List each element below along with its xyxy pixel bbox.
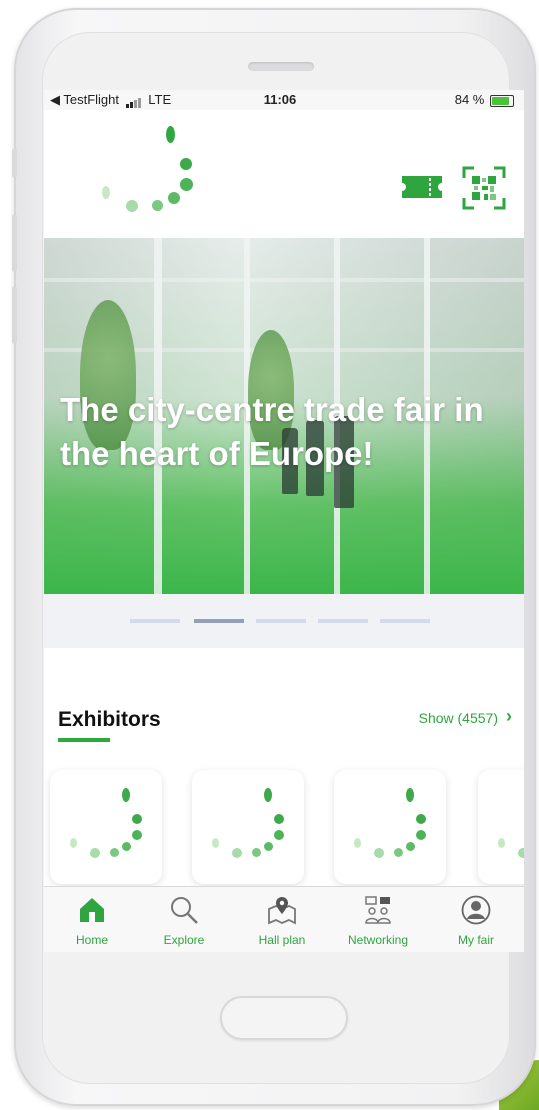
show-all-exhibitors-link[interactable]: Show (4557) bbox=[419, 710, 498, 726]
pager-dot[interactable] bbox=[318, 619, 368, 623]
home-hardware-button[interactable] bbox=[220, 996, 348, 1040]
exhibitor-card[interactable] bbox=[334, 770, 446, 884]
pager-dot[interactable] bbox=[380, 619, 430, 623]
exhibitors-section: Exhibitors Show (4557) › bbox=[44, 648, 524, 742]
tab-hall-plan-label: Hall plan bbox=[258, 933, 306, 947]
ticket-icon bbox=[402, 176, 442, 198]
chevron-right-icon[interactable]: › bbox=[506, 706, 512, 727]
app-header bbox=[44, 110, 524, 238]
exhibitors-title: Exhibitors bbox=[58, 708, 161, 731]
loading-spinner-icon bbox=[66, 788, 146, 868]
app-screen: ◀ TestFlight LTE 11:06 84 % The city-cen… bbox=[44, 90, 524, 952]
loading-spinner-icon bbox=[96, 120, 196, 220]
pager-dot[interactable] bbox=[256, 619, 306, 623]
pager-dot[interactable] bbox=[130, 619, 180, 623]
mute-switch bbox=[12, 148, 17, 178]
tab-explore-label: Explore bbox=[163, 933, 205, 947]
exhibitor-card[interactable] bbox=[478, 770, 524, 884]
qr-code-icon bbox=[462, 166, 506, 210]
status-bar: ◀ TestFlight LTE 11:06 84 % bbox=[44, 90, 524, 110]
map-pin-icon bbox=[268, 897, 296, 925]
exhibitor-card[interactable] bbox=[192, 770, 304, 884]
pager-dot-active[interactable] bbox=[194, 619, 244, 623]
exhibitor-card[interactable] bbox=[50, 770, 162, 884]
battery-icon bbox=[490, 94, 514, 107]
status-time: 11:06 bbox=[263, 92, 297, 107]
loading-spinner-icon bbox=[208, 788, 288, 868]
tab-hall-plan[interactable]: Hall plan bbox=[234, 887, 330, 952]
earpiece-speaker bbox=[248, 62, 314, 71]
battery-percent: 84 % bbox=[454, 92, 485, 107]
search-icon bbox=[171, 897, 198, 924]
tab-home-label: Home bbox=[75, 933, 108, 947]
loading-spinner-icon bbox=[494, 788, 524, 868]
ticket-button[interactable] bbox=[400, 172, 444, 202]
user-icon bbox=[461, 895, 491, 925]
status-right: 84 % bbox=[455, 92, 514, 107]
volume-down-button bbox=[12, 286, 17, 344]
tab-explore[interactable]: Explore bbox=[136, 887, 232, 952]
tab-networking-label: Networking bbox=[347, 933, 409, 947]
loading-spinner-icon bbox=[350, 788, 430, 868]
volume-up-button bbox=[12, 214, 17, 272]
tab-home[interactable]: Home bbox=[44, 887, 140, 952]
hero-banner[interactable]: The city-centre trade fair in the heart … bbox=[44, 238, 524, 594]
networking-icon bbox=[365, 896, 391, 924]
bottom-tab-bar: Home Explore Hall plan Networking My fai… bbox=[44, 886, 524, 952]
hero-title: The city-centre trade fair in the heart … bbox=[60, 391, 484, 472]
carousel-pager bbox=[44, 594, 524, 648]
home-icon bbox=[80, 898, 104, 922]
tab-my-fair-label: My fair bbox=[458, 933, 494, 947]
qr-scan-button[interactable] bbox=[462, 166, 506, 210]
title-underline bbox=[58, 738, 110, 742]
tab-networking[interactable]: Networking bbox=[330, 887, 426, 952]
tab-my-fair[interactable]: My fair bbox=[428, 887, 524, 952]
